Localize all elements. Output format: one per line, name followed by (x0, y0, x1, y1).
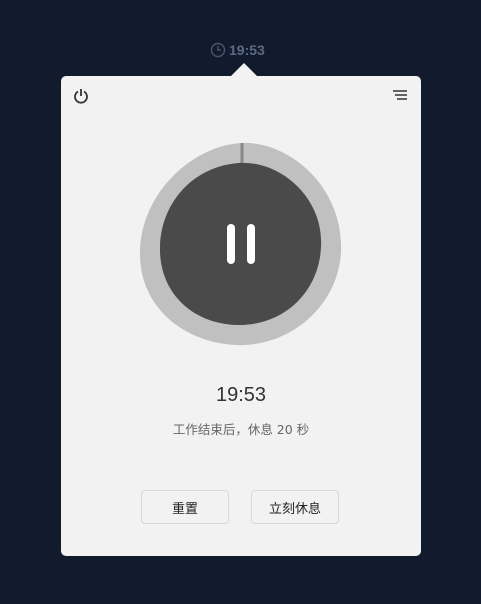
timer-time: 19:53 (215, 384, 267, 406)
clock-icon (210, 42, 226, 58)
timer-message: 工作结束后，休息 20 秒 (172, 422, 310, 437)
tray-time: 19:53 (229, 42, 265, 58)
timer-popup: 19:53 工作结束后，休息 20 秒 重置 立刻休息 (61, 76, 421, 556)
menu-icon[interactable] (392, 89, 408, 103)
tray-clock[interactable]: 19:53 (210, 42, 265, 58)
progress-blob[interactable] (139, 142, 345, 348)
power-icon[interactable] (73, 88, 89, 104)
reset-button[interactable]: 重置 (141, 490, 229, 524)
popup-arrow (231, 63, 257, 76)
rest-now-button[interactable]: 立刻休息 (251, 490, 339, 524)
